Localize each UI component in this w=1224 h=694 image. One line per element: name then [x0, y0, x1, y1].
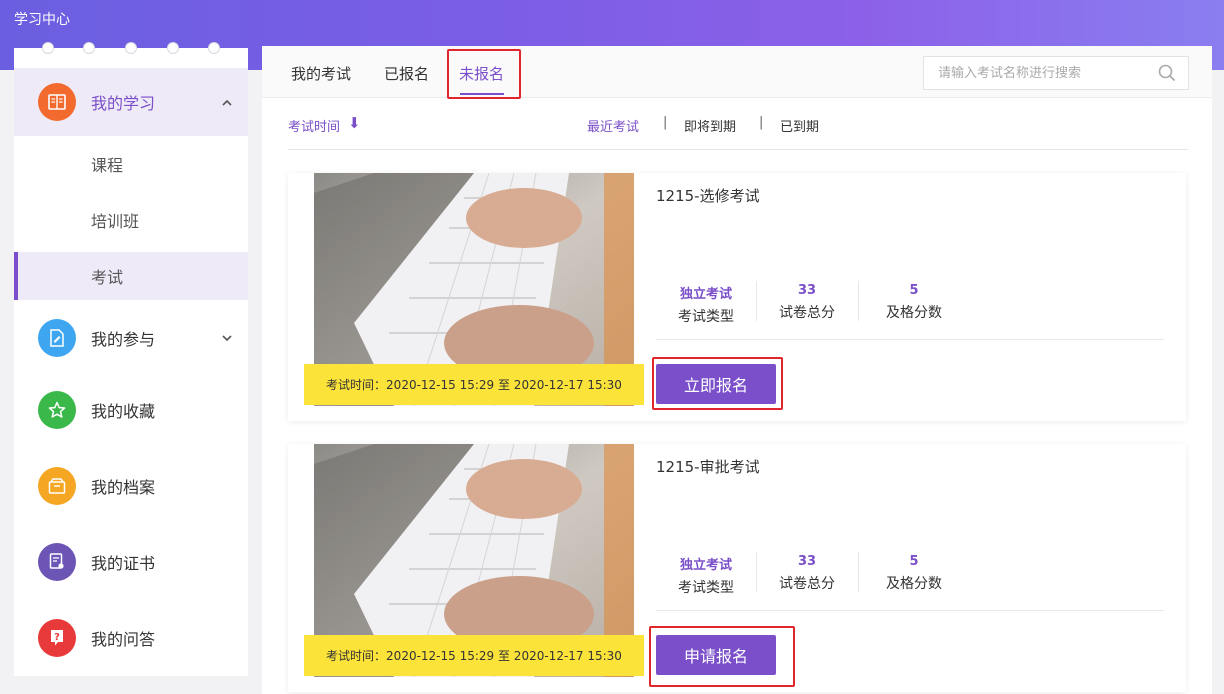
stat-label: 及格分数	[886, 576, 942, 592]
edit-doc-icon	[38, 319, 76, 357]
sidebar-subitem-label: 培训班	[91, 212, 140, 231]
stat-value: 5	[909, 283, 919, 298]
certificate-icon	[38, 543, 76, 581]
tab-registered[interactable]: 已报名	[384, 63, 429, 84]
tab-unregistered[interactable]: 未报名	[459, 63, 504, 84]
chevron-down-icon	[222, 332, 232, 345]
stat-total-score: 33 试卷总分	[757, 278, 857, 322]
sidebar-item-label: 我的学习	[91, 94, 156, 113]
sidebar-item-archive[interactable]: 我的档案	[14, 452, 248, 520]
sidebar-subitem-courses[interactable]: 课程	[14, 140, 248, 188]
sidebar-item-label: 我的参与	[91, 330, 156, 349]
stat-pass-score: 5 及格分数	[864, 549, 964, 593]
archive-box-icon	[38, 467, 76, 505]
stat-total-score: 33 试卷总分	[757, 549, 857, 593]
binder-ring	[167, 42, 179, 54]
stat-label: 考试类型	[678, 309, 734, 325]
register-now-button[interactable]: 立即报名	[656, 364, 776, 404]
filter-expiring[interactable]: 即将到期	[684, 116, 736, 135]
stat-exam-type: 独立考试 考试类型	[656, 549, 756, 597]
app-title: 学习中心	[14, 12, 70, 28]
stat-pass-score: 5 及格分数	[864, 278, 964, 322]
filter-separator: |	[663, 115, 668, 130]
sidebar-item-participation[interactable]: 我的参与	[14, 304, 248, 372]
sidebar-subitem-label: 考试	[91, 268, 124, 287]
stat-divider	[858, 552, 859, 592]
exam-stats: 独立考试 考试类型 33 试卷总分 5 及格分数	[656, 549, 1164, 611]
chevron-up-icon	[222, 96, 232, 109]
sort-by-exam-time[interactable]: 考试时间	[288, 116, 340, 135]
filter-row: 考试时间 ⬇ 最近考试 | 即将到期 | 已到期	[288, 114, 1188, 150]
stat-exam-type: 独立考试 考试类型	[656, 278, 756, 326]
stat-label: 试卷总分	[779, 305, 835, 321]
exam-title[interactable]: 1215-选修考试	[656, 185, 760, 206]
stat-label: 试卷总分	[779, 576, 835, 592]
stat-value: 独立考试	[679, 558, 732, 573]
stat-value: 33	[797, 554, 817, 569]
sidebar-subitem-exams[interactable]: 考试	[14, 252, 248, 300]
exam-time-strip: 考试时间：2020-12-15 15:29 至 2020-12-17 15:30	[304, 364, 644, 405]
binder-ring	[83, 42, 95, 54]
search-icon[interactable]	[1158, 64, 1176, 82]
binder-rings	[14, 42, 248, 54]
sidebar-item-label: 我的问答	[91, 630, 156, 649]
sidebar-subitem-training[interactable]: 培训班	[14, 196, 248, 244]
filter-recent[interactable]: 最近考试	[587, 116, 639, 135]
sidebar-item-certificates[interactable]: 我的证书	[14, 528, 248, 596]
svg-text:?: ?	[54, 632, 60, 643]
filter-separator: |	[759, 115, 764, 130]
exam-stats: 独立考试 考试类型 33 试卷总分 5 及格分数	[656, 278, 1164, 340]
stat-label: 考试类型	[678, 580, 734, 596]
search-input[interactable]	[924, 57, 1154, 89]
tab-bar: 我的考试 已报名 未报名	[262, 46, 1212, 99]
tab-my-exams[interactable]: 我的考试	[291, 63, 351, 84]
stat-value: 5	[909, 554, 919, 569]
exam-card: 考试时间：2020-12-15 15:29 至 2020-12-17 15:30…	[288, 444, 1186, 692]
main-panel: 我的考试 已报名 未报名 考试时间 ⬇ 最近考试 | 即将到期 | 已到期	[262, 46, 1212, 694]
sidebar: 我的学习 课程 培训班 考试 我的参与 我的收藏 我的档案 我的证书 ? 我的问…	[14, 42, 248, 676]
active-tab-indicator	[460, 93, 504, 95]
binder-ring	[208, 42, 220, 54]
sort-down-arrow-icon[interactable]: ⬇	[348, 114, 361, 132]
sidebar-item-qa[interactable]: ? 我的问答	[14, 604, 248, 672]
exam-time-strip: 考试时间：2020-12-15 15:29 至 2020-12-17 15:30	[304, 635, 644, 676]
stat-divider	[858, 281, 859, 321]
exam-card: 考试时间：2020-12-15 15:29 至 2020-12-17 15:30…	[288, 173, 1186, 421]
apply-registration-button[interactable]: 申请报名	[656, 635, 776, 675]
filter-expired[interactable]: 已到期	[780, 116, 819, 135]
sidebar-item-label: 我的档案	[91, 478, 156, 497]
sidebar-item-label: 我的证书	[91, 554, 156, 573]
sidebar-item-my-learning[interactable]: 我的学习	[14, 68, 248, 136]
binder-ring	[125, 42, 137, 54]
book-icon	[38, 83, 76, 121]
sidebar-item-favorites[interactable]: 我的收藏	[14, 376, 248, 444]
stat-label: 及格分数	[886, 305, 942, 321]
sidebar-subitem-label: 课程	[91, 156, 124, 175]
stat-value: 33	[797, 283, 817, 298]
star-icon	[38, 391, 76, 429]
stat-value: 独立考试	[679, 287, 732, 302]
sidebar-item-label: 我的收藏	[91, 402, 156, 421]
binder-ring	[42, 42, 54, 54]
search-box[interactable]	[923, 56, 1189, 90]
exam-title[interactable]: 1215-审批考试	[656, 456, 760, 477]
question-icon: ?	[38, 619, 76, 657]
